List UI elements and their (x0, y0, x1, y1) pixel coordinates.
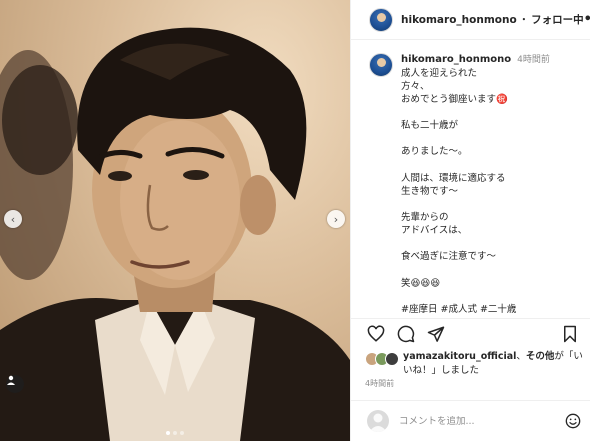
carousel-dot (180, 431, 184, 435)
user-tag-button[interactable] (6, 375, 24, 393)
send-icon (427, 326, 445, 342)
carousel-dot (166, 431, 170, 435)
heart-icon (367, 324, 385, 342)
liker-username[interactable]: yamazakitoru_official (403, 351, 516, 362)
save-button[interactable] (559, 323, 581, 345)
header-separator: ・ (518, 14, 530, 26)
likes-others-link[interactable]: その他 (526, 351, 555, 362)
more-horizontal-icon: ••• (584, 12, 590, 27)
likes-summary: yamazakitoru_official、その他が「いいね！」しました (365, 350, 585, 378)
comment-box (351, 400, 590, 441)
next-photo-button[interactable]: › (327, 210, 345, 228)
caption-body: hikomaro_honmono 4時間前 成人を迎えられた 方々、 おめでとう御… (401, 53, 583, 315)
comment-input[interactable] (399, 415, 559, 427)
default-avatar-icon (369, 413, 387, 432)
smiley-icon[interactable] (565, 413, 581, 429)
likes-separator: 、 (516, 351, 526, 362)
like-button[interactable] (365, 323, 387, 345)
avatar[interactable] (369, 7, 393, 32)
comment-icon (397, 325, 415, 342)
post-photo[interactable]: ‹ › (0, 0, 350, 441)
carousel-indicator (0, 431, 350, 435)
bookmark-icon (564, 325, 576, 342)
avatar (367, 410, 389, 432)
post-header: hikomaro_honmono ・ フォロー中 ••• (351, 0, 590, 40)
carousel-dot (173, 431, 177, 435)
chevron-right-icon: › (333, 212, 339, 226)
caption-time: 4時間前 (517, 55, 550, 65)
share-button[interactable] (425, 323, 447, 345)
caption-area[interactable]: hikomaro_honmono 4時間前 成人を迎えられた 方々、 おめでとう御… (351, 41, 590, 315)
action-bar (351, 318, 590, 348)
user-tag-icon (7, 375, 15, 385)
follow-status-button[interactable]: フォロー中 (531, 12, 584, 27)
caption-row: hikomaro_honmono 4時間前 成人を迎えられた 方々、 おめでとう御… (369, 53, 583, 315)
post-side-panel: hikomaro_honmono ・ フォロー中 ••• hikomaro_ho… (350, 0, 590, 441)
comment-button[interactable] (395, 323, 417, 345)
likes-text: yamazakitoru_official、その他が「いいね！」しました (403, 350, 585, 378)
post-timestamp[interactable]: 4時間前 (365, 378, 394, 389)
avatar (385, 352, 399, 366)
caption-text: 成人を迎えられた 方々、 おめでとう御座います㊗️ 私も二十歳が ありました〜。… (401, 67, 517, 315)
portrait-photo (0, 27, 350, 441)
chevron-left-icon: ‹ (10, 212, 16, 226)
more-options-button[interactable]: ••• (584, 12, 590, 27)
caption-avatar[interactable] (369, 53, 393, 77)
header-username[interactable]: hikomaro_honmono (401, 14, 517, 26)
liker-avatars (365, 352, 401, 368)
caption-username[interactable]: hikomaro_honmono (401, 54, 511, 65)
previous-photo-button[interactable]: ‹ (4, 210, 22, 228)
